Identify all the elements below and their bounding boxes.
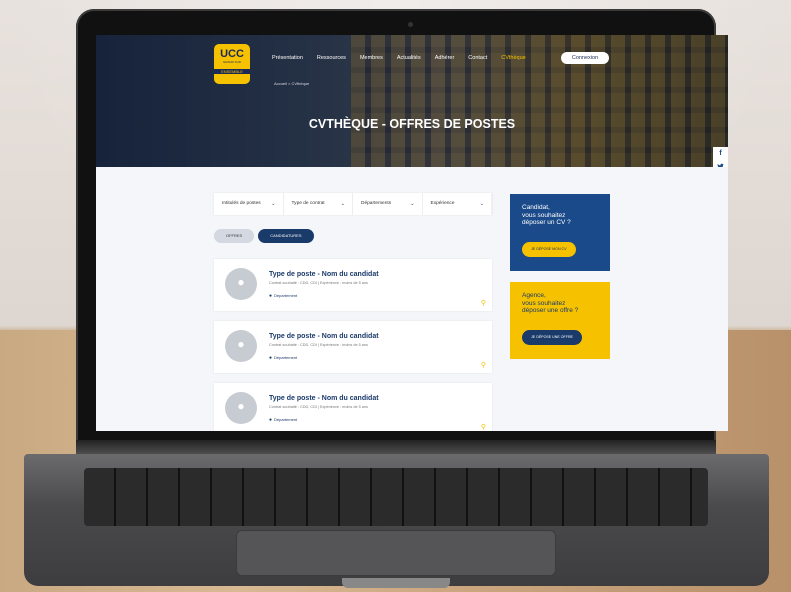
candidate-card[interactable]: ● Type de poste - Nom du candidat Contra… xyxy=(214,259,492,311)
filter-job-title[interactable]: Intitulés de postes ⌄ xyxy=(214,193,284,215)
chevron-down-icon: ⌄ xyxy=(479,201,484,207)
card-meta: Contrat souhaité : CDD, CDI | Expérience… xyxy=(269,405,368,409)
nav-item-adherer[interactable]: Adhérer xyxy=(435,55,455,67)
nav-item-ressources[interactable]: Ressources xyxy=(317,55,346,67)
laptop-screen: UCC GRAND SUD ENSEMBLE Présentation Ress… xyxy=(96,35,728,431)
candidate-cta-text: Candidat, vous souhaitez déposer un CV ? xyxy=(522,204,571,226)
location-label: Département xyxy=(274,417,298,422)
filter-label: Type de contrat xyxy=(291,201,325,206)
card-title[interactable]: Type de poste - Nom du candidat xyxy=(269,271,379,278)
agency-cta-panel: Agence, vous souhaitez déposer une offre… xyxy=(510,282,610,359)
card-meta: Contrat souhaité : CDD, CDI | Expérience… xyxy=(269,281,368,285)
page-title: CVTHÈQUE - OFFRES DE POSTES xyxy=(308,117,516,131)
camera-icon xyxy=(408,22,413,27)
main-content: Intitulés de postes ⌄ Type de contrat ⌄ Dé… xyxy=(96,167,728,431)
nav-item-contact[interactable]: Contact xyxy=(468,55,487,67)
breadcrumb[interactable]: Accueil > CVthèque xyxy=(274,81,309,86)
location-pin-icon: ● xyxy=(269,355,273,361)
chevron-down-icon: ⌄ xyxy=(340,201,345,207)
filter-contract-type[interactable]: Type de contrat ⌄ xyxy=(284,193,353,215)
trackpad xyxy=(236,530,556,576)
user-icon: ● xyxy=(237,275,245,289)
filter-label: Intitulés de postes xyxy=(222,201,261,206)
location-pin-icon: ● xyxy=(269,293,273,299)
logo-text: UCC xyxy=(220,48,244,60)
tab-candidatures[interactable]: CANDIDATURES xyxy=(258,229,314,243)
hero-banner: UCC GRAND SUD ENSEMBLE Présentation Ress… xyxy=(96,35,728,167)
filter-experience[interactable]: Expérience ⌄ xyxy=(423,193,492,215)
filter-label: Expérience xyxy=(430,201,455,206)
search-icon[interactable]: ⚲ xyxy=(481,299,486,307)
logo-tagline: ENSEMBLE xyxy=(214,69,250,74)
candidate-cta-panel: Candidat, vous souhaitez déposer un CV ?… xyxy=(510,194,610,271)
post-offer-button[interactable]: JE DÉPOSE UNE OFFRE xyxy=(522,330,582,345)
filter-label: Départements xyxy=(361,201,392,206)
logo-subtext: GRAND SUD xyxy=(222,60,241,64)
card-title[interactable]: Type de poste - Nom du candidat xyxy=(269,333,379,340)
avatar: ● xyxy=(225,330,257,362)
nav-item-cvtheque[interactable]: CVthèque xyxy=(501,55,525,67)
nav-item-actualites[interactable]: Actualités xyxy=(397,55,421,67)
nav-item-presentation[interactable]: Présentation xyxy=(272,55,303,67)
view-tabs: OFFRES CANDIDATURES xyxy=(214,229,314,243)
chevron-down-icon: ⌄ xyxy=(271,201,276,207)
filter-bar: Intitulés de postes ⌄ Type de contrat ⌄ Dé… xyxy=(214,193,492,215)
site-logo[interactable]: UCC GRAND SUD ENSEMBLE xyxy=(214,44,250,84)
avatar: ● xyxy=(225,268,257,300)
location-pin-icon: ● xyxy=(269,417,273,423)
candidate-card[interactable]: ● Type de poste - Nom du candidat Contra… xyxy=(214,321,492,373)
card-title[interactable]: Type de poste - Nom du candidat xyxy=(269,395,379,402)
location-label: Département xyxy=(274,293,298,298)
nav-item-membres[interactable]: Membres xyxy=(360,55,383,67)
chevron-down-icon: ⌄ xyxy=(410,201,415,207)
card-location: ● Département xyxy=(269,293,297,299)
avatar: ● xyxy=(225,392,257,424)
tab-offres[interactable]: OFFRES xyxy=(214,229,255,243)
user-icon: ● xyxy=(237,337,245,351)
main-nav: Présentation Ressources Membres Actualit… xyxy=(272,55,540,67)
filter-departments[interactable]: Départements ⌄ xyxy=(353,193,423,215)
upload-cv-button[interactable]: JE DÉPOSE MON CV xyxy=(522,242,576,257)
agency-cta-text: Agence, vous souhaitez déposer une offre… xyxy=(522,292,579,314)
facebook-icon[interactable]: f xyxy=(713,147,728,160)
card-location: ● Département xyxy=(269,417,297,423)
keyboard xyxy=(84,468,708,526)
location-label: Département xyxy=(274,355,298,360)
card-location: ● Département xyxy=(269,355,297,361)
laptop-notch xyxy=(342,578,450,588)
connect-button[interactable]: Connexion xyxy=(561,52,609,64)
candidate-card[interactable]: ● Type de poste - Nom du candidat Contra… xyxy=(214,383,492,431)
card-meta: Contrat souhaité : CDD, CDI | Expérience… xyxy=(269,343,368,347)
user-icon: ● xyxy=(237,399,245,413)
search-icon[interactable]: ⚲ xyxy=(481,361,486,369)
search-icon[interactable]: ⚲ xyxy=(481,423,486,431)
